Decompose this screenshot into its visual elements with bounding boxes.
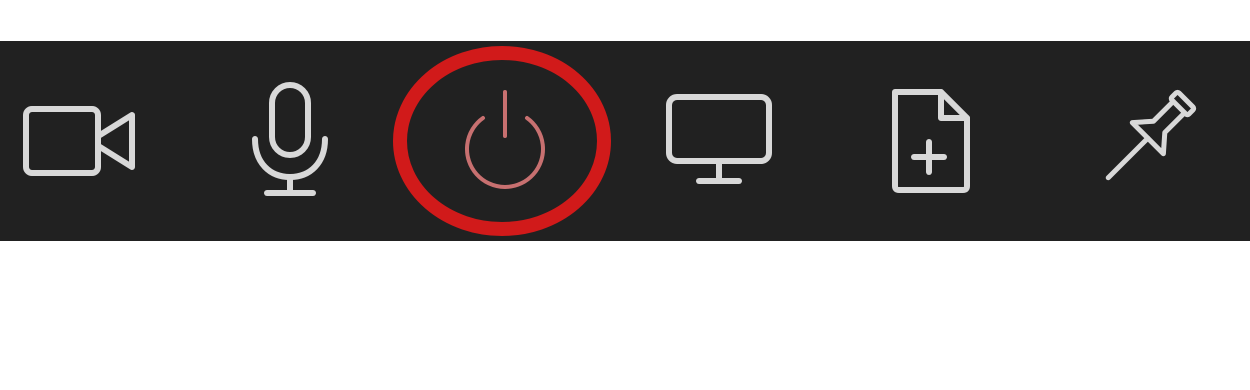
file-add-icon — [892, 89, 970, 193]
page — [0, 0, 1250, 390]
pin-button[interactable] — [1080, 41, 1210, 241]
power-icon — [465, 90, 545, 189]
camera-button[interactable] — [10, 41, 150, 241]
microphone-icon — [252, 82, 328, 196]
microphone-button[interactable] — [230, 41, 350, 241]
call-toolbar — [0, 41, 1250, 241]
pushpin-icon — [1105, 89, 1197, 181]
new-file-button[interactable] — [870, 41, 990, 241]
video-camera-icon — [23, 106, 135, 176]
screen-share-button[interactable] — [655, 41, 785, 241]
monitor-icon — [666, 94, 772, 184]
power-button[interactable] — [440, 41, 570, 241]
